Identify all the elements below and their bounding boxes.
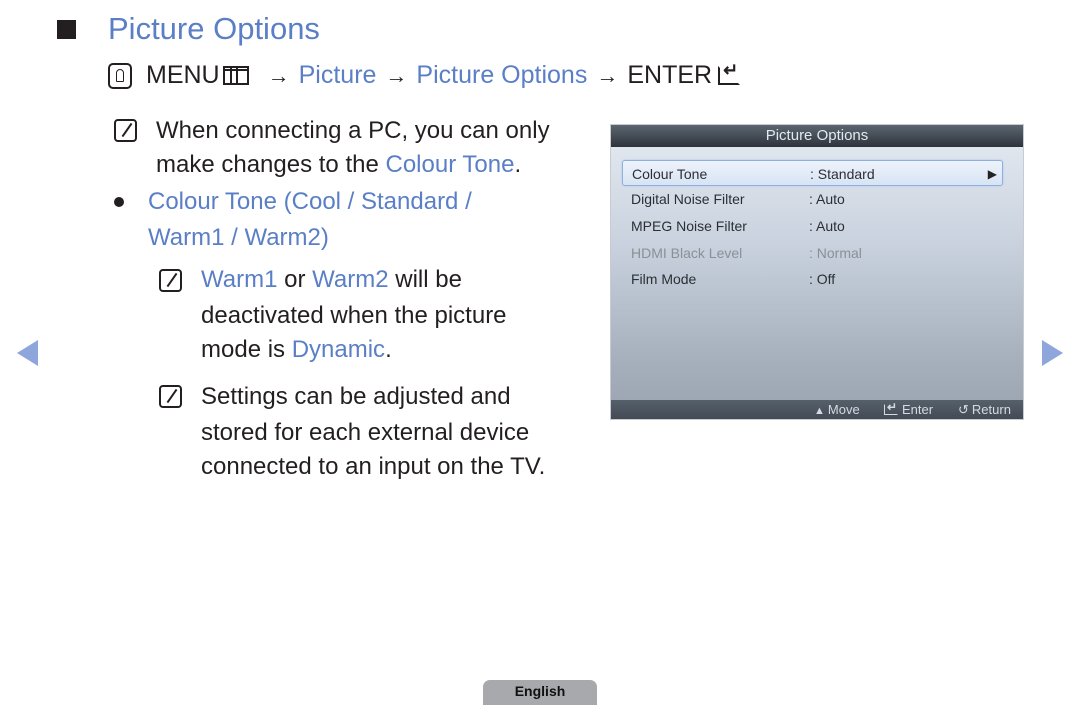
footer-move: ▲︎ Move: [814, 400, 860, 421]
submenu-arrow-icon: ▶: [987, 167, 997, 181]
bullet-title-line-1: Colour Tone (Cool / Standard /: [148, 188, 472, 215]
note-2-period: .: [385, 336, 392, 363]
arrow-icon: →: [385, 62, 408, 88]
enter-key-icon: [718, 60, 741, 85]
return-icon: ↺: [958, 402, 969, 417]
osd-title: Picture Options: [611, 125, 1023, 147]
osd-row-film-mode[interactable]: Film Mode : Off: [622, 266, 1003, 292]
osd-footer: ▲︎Move Enter ↺Return: [611, 398, 1023, 421]
menu-label: MENU: [146, 61, 220, 89]
note-3-line-3: connected to an input on the TV.: [201, 453, 546, 480]
footer-enter-label: Enter: [902, 402, 934, 417]
arrow-icon: →: [596, 62, 619, 88]
osd-row-digital-noise-filter[interactable]: Digital Noise Filter : Auto: [622, 186, 1003, 212]
osd-row-label: HDMI Black Level: [631, 245, 743, 261]
note-2-tail: will be: [388, 266, 462, 293]
note-1-line-2: make changes to the Colour Tone.: [156, 147, 521, 182]
note-2-or: or: [277, 266, 313, 293]
osd-row-mpeg-noise-filter[interactable]: MPEG Noise Filter : Auto: [622, 213, 1003, 239]
osd-row-value: : Off: [809, 271, 836, 287]
osd-row-value: : Auto: [809, 191, 845, 207]
enter-label: ENTER: [627, 61, 713, 89]
remote-hand-icon: [108, 62, 132, 89]
osd-row-label: MPEG Noise Filter: [631, 218, 747, 234]
note-1-line-1: When connecting a PC, you can only: [156, 117, 550, 144]
next-page-button[interactable]: [1042, 340, 1063, 366]
arrow-icon: →: [267, 62, 290, 88]
bullet-icon: [114, 197, 124, 207]
note-icon: [114, 119, 137, 142]
note-1-text: make changes to the: [156, 151, 386, 178]
previous-page-button[interactable]: [17, 340, 38, 366]
note-icon: [159, 269, 182, 292]
note-3-line-2: stored for each external device: [201, 419, 530, 446]
dynamic-text: Dynamic: [291, 336, 386, 363]
osd-row-label: Digital Noise Filter: [631, 191, 745, 207]
language-tab[interactable]: English: [483, 680, 597, 705]
osd-row-colour-tone[interactable]: Colour Tone : Standard ▶: [622, 160, 1003, 186]
footer-return-label: Return: [971, 402, 1011, 417]
note-1-period: .: [514, 151, 522, 178]
osd-row-label: Colour Tone: [632, 166, 708, 182]
menu-path-picture[interactable]: Picture: [299, 61, 377, 90]
osd-row-value: : Normal: [809, 245, 862, 261]
up-down-icon: ▲︎: [814, 405, 825, 417]
osd-row-label: Film Mode: [631, 271, 697, 287]
menu-grid-icon: [222, 66, 249, 85]
note-2-line-3: mode is Dynamic.: [201, 332, 392, 367]
heading-square-icon: [57, 20, 76, 39]
note-icon: [159, 385, 182, 408]
enter-key-icon: [884, 398, 898, 417]
bullet-title-line-2: Warm1 / Warm2): [148, 224, 329, 251]
colour-tone-link: Colour Tone: [385, 151, 515, 178]
footer-enter: Enter: [884, 398, 934, 419]
picture-options-osd: Picture Options Colour Tone : Standard ▶…: [610, 124, 1024, 420]
note-2-text: mode is: [201, 336, 292, 363]
note-2-line-2: deactivated when the picture: [201, 302, 507, 329]
note-2-line-1: Warm1 or Warm2 will be: [201, 262, 462, 297]
menu-path-picture-options[interactable]: Picture Options: [416, 61, 587, 90]
warm1-text: Warm1: [201, 266, 278, 293]
footer-move-label: Move: [827, 402, 860, 417]
menu-path: MENU → Picture → Picture Options → ENTER: [108, 60, 741, 90]
note-3-line-1: Settings can be adjusted and: [201, 383, 511, 410]
page-title: Picture Options: [108, 11, 320, 46]
warm2-text: Warm2: [312, 266, 389, 293]
osd-row-hdmi-black-level: HDMI Black Level : Normal: [622, 240, 1003, 266]
footer-return: ↺ Return: [958, 400, 1011, 419]
osd-row-value: : Auto: [809, 218, 845, 234]
osd-row-value: : Standard: [810, 166, 875, 182]
